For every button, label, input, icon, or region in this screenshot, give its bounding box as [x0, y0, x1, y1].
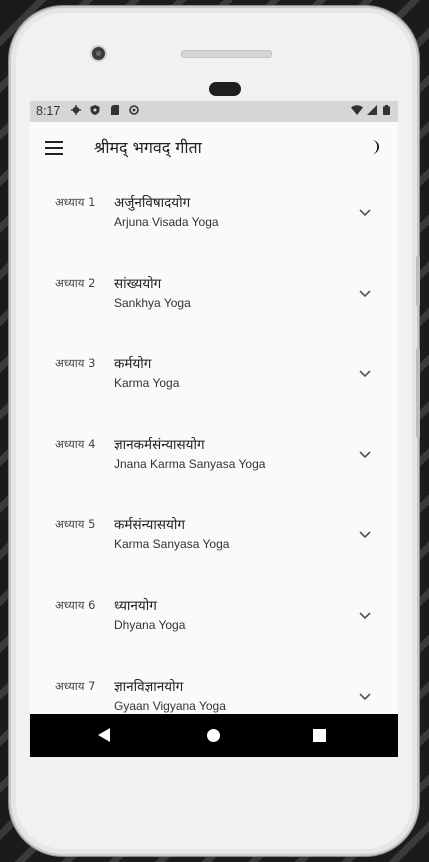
chapter-item-1[interactable]: अध्याय 1 अर्जुनविषादयोग Arjuna Visada Yo… — [30, 172, 398, 253]
chapter-number: अध्याय 1 — [55, 195, 96, 209]
home-circle-icon[interactable] — [207, 729, 220, 742]
chapter-number: अध्याय 3 — [55, 356, 96, 370]
chapter-title-english: Jnana Karma Sanyasa Yoga — [114, 457, 266, 471]
chapter-number: अध्याय 4 — [55, 437, 96, 451]
front-camera — [90, 45, 107, 62]
system-nav-bar — [30, 714, 398, 757]
chapter-title-hindi: ज्ञानकर्मसंन्यासयोग — [114, 437, 205, 453]
chapter-title-hindi: कर्मसंन्यासयोग — [114, 517, 185, 533]
chapter-item-6[interactable]: अध्याय 6 ध्यानयोग Dhyana Yoga — [30, 575, 398, 656]
volume-button — [416, 348, 420, 438]
app-screen: 8:17 श्रीमद् भगवद् गीता अध्याय 1 अर्जुनव… — [30, 101, 398, 757]
chapter-title-english: Dhyana Yoga — [114, 618, 186, 632]
chapter-title-english: Karma Yoga — [114, 376, 180, 390]
chapter-item-7[interactable]: अध्याय 7 ज्ञानविज्ञानयोग Gyaan Vigyana Y… — [30, 656, 398, 714]
status-time: 8:17 — [36, 104, 61, 118]
chapter-number: अध्याय 2 — [55, 276, 96, 290]
chapter-number: अध्याय 7 — [55, 679, 96, 693]
earpiece-speaker — [181, 50, 272, 58]
chapter-title-english: Karma Sanyasa Yoga — [114, 537, 230, 551]
shield-icon — [90, 105, 100, 115]
chevron-down-icon[interactable] — [358, 369, 372, 378]
battery-icon — [383, 105, 390, 115]
chapter-title-hindi: ज्ञानविज्ञानयोग — [114, 679, 184, 695]
recents-square-icon[interactable] — [313, 729, 326, 742]
chapter-title-hindi: सांख्ययोग — [114, 276, 162, 292]
chapter-title-english: Gyaan Vigyana Yoga — [114, 699, 226, 713]
chevron-down-icon[interactable] — [358, 289, 372, 298]
chapter-number: अध्याय 5 — [55, 517, 96, 531]
cell-signal-icon — [367, 105, 377, 115]
chapter-title-english: Arjuna Visada Yoga — [114, 215, 219, 229]
chapter-number: अध्याय 6 — [55, 598, 96, 612]
moon-icon[interactable] — [366, 139, 382, 155]
page-title: श्रीमद् भगवद् गीता — [94, 138, 202, 157]
sync-icon — [129, 105, 139, 115]
settings-icon — [71, 105, 81, 115]
sd-card-icon — [111, 105, 119, 115]
chapter-list: अध्याय 1 अर्जुनविषादयोग Arjuna Visada Yo… — [30, 172, 398, 714]
chapter-item-4[interactable]: अध्याय 4 ज्ञानकर्मसंन्यासयोग Jnana Karma… — [30, 414, 398, 495]
power-button — [416, 256, 420, 306]
chevron-down-icon[interactable] — [358, 611, 372, 620]
back-triangle-icon[interactable] — [98, 728, 110, 742]
chevron-down-icon[interactable] — [358, 692, 372, 701]
chevron-down-icon[interactable] — [358, 208, 372, 217]
chapter-item-5[interactable]: अध्याय 5 कर्मसंन्यासयोग Karma Sanyasa Yo… — [30, 494, 398, 575]
wifi-icon — [351, 105, 363, 115]
proximity-sensor — [209, 82, 241, 96]
menu-icon[interactable] — [45, 141, 63, 155]
chapter-title-hindi: अर्जुनविषादयोग — [114, 195, 191, 211]
chapter-title-hindi: कर्मयोग — [114, 356, 152, 372]
chapter-title-english: Sankhya Yoga — [114, 296, 191, 310]
chapter-item-3[interactable]: अध्याय 3 कर्मयोग Karma Yoga — [30, 333, 398, 414]
chapter-title-hindi: ध्यानयोग — [114, 598, 157, 614]
chevron-down-icon[interactable] — [358, 530, 372, 539]
chevron-down-icon[interactable] — [358, 450, 372, 459]
app-bar: श्रीमद् भगवद् गीता — [30, 122, 398, 172]
chapter-item-2[interactable]: अध्याय 2 सांख्ययोग Sankhya Yoga — [30, 253, 398, 334]
status-bar: 8:17 — [30, 101, 398, 122]
